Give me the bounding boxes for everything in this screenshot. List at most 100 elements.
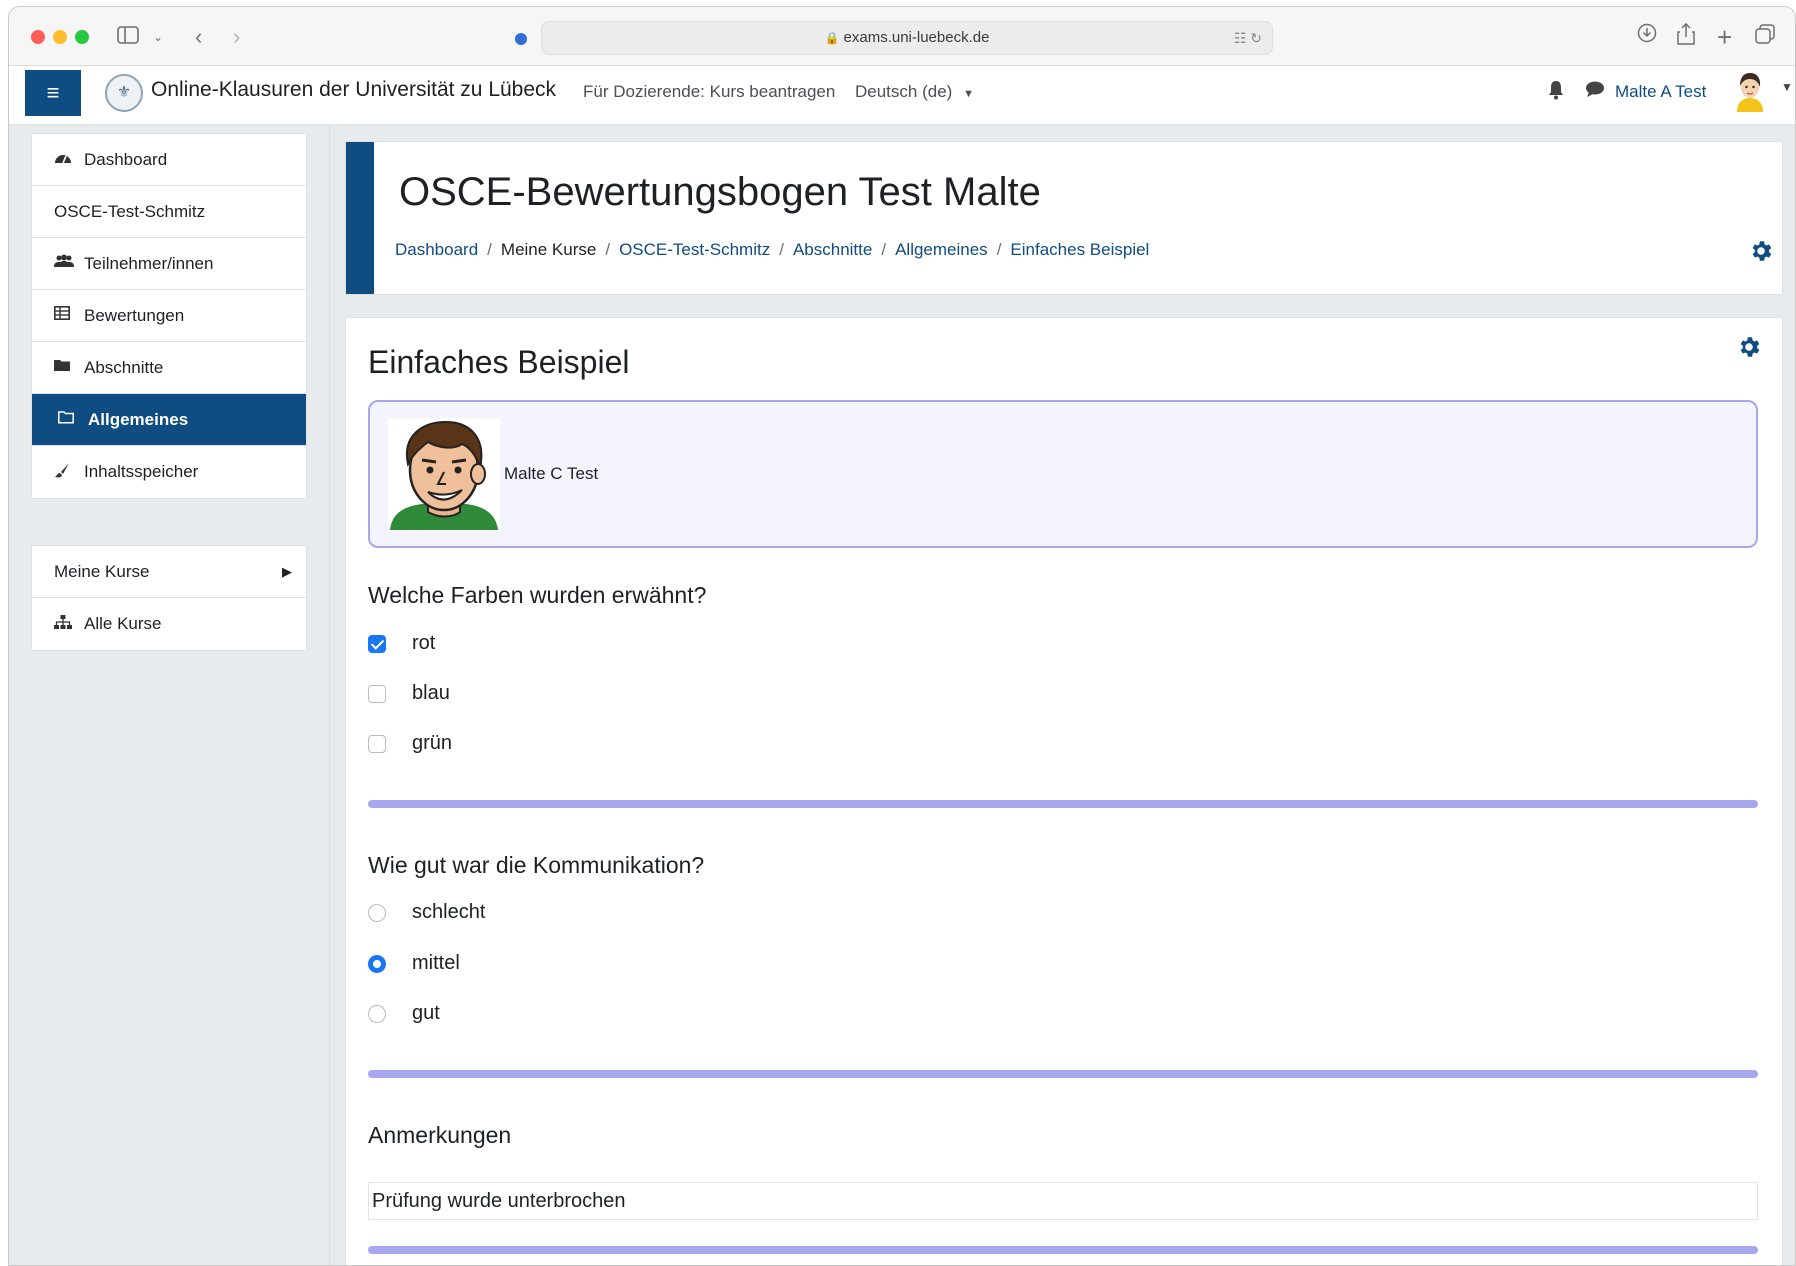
table-icon [54, 306, 84, 325]
drawer-toggle-button[interactable]: ≡ [25, 70, 81, 116]
option-blau[interactable]: blau [368, 682, 450, 705]
nav-item-general[interactable]: Allgemeines [32, 394, 306, 446]
option-label: rot [412, 632, 436, 654]
course-nav-group: Dashboard OSCE-Test-Schmitz Teilnehmer/i… [31, 133, 307, 499]
option-label: schlecht [412, 901, 486, 923]
nav-item-label: Dashboard [84, 149, 168, 169]
close-window-button[interactable] [31, 30, 45, 44]
header-accent-bar [346, 142, 374, 294]
breadcrumb-current[interactable]: Einfaches Beispiel [1010, 240, 1149, 260]
site-nav-group: Meine Kurse ▶ Alle Kurse [31, 545, 307, 651]
checkbox[interactable] [368, 684, 386, 703]
nav-item-label: OSCE-Test-Schmitz [54, 201, 206, 221]
checkbox-checked[interactable] [368, 634, 386, 653]
breadcrumb-dashboard[interactable]: Dashboard [395, 240, 478, 260]
nav-item-label: Bewertungen [84, 305, 185, 325]
lock-icon: 🔒 [824, 31, 840, 45]
candidate-avatar [388, 418, 500, 530]
nav-item-my-courses[interactable]: Meine Kurse ▶ [32, 546, 306, 598]
brush-icon [54, 462, 84, 483]
option-label: gut [412, 1002, 440, 1024]
forward-icon[interactable]: › [233, 23, 240, 51]
option-rot[interactable]: rot [368, 632, 435, 655]
request-course-link[interactable]: Für Dozierende: Kurs beantragen [583, 82, 835, 102]
option-label: blau [412, 682, 450, 704]
breadcrumb-separator: / [881, 240, 887, 259]
candidate-card: Malte C Test [368, 400, 1758, 548]
option-label: grün [412, 732, 453, 754]
tab-overview-icon[interactable] [1755, 23, 1775, 51]
download-icon[interactable] [1637, 23, 1657, 51]
gear-icon[interactable] [1736, 334, 1762, 367]
minimize-window-button[interactable] [53, 30, 67, 44]
breadcrumb-separator: / [487, 240, 492, 259]
sidebar-toggle-icon[interactable] [117, 23, 139, 51]
notes-input[interactable] [368, 1182, 1758, 1220]
nav-item-label: Teilnehmer/innen [84, 253, 214, 273]
page-title: OSCE-Bewertungsbogen Test Malte [399, 170, 1041, 214]
section-divider [368, 800, 1758, 808]
nav-item-label: Meine Kurse [54, 561, 150, 581]
caret-right-icon: ▶ [282, 563, 292, 579]
nav-item-sections[interactable]: Abschnitte [32, 342, 306, 394]
breadcrumb-my-courses: Meine Kurse [500, 240, 597, 259]
nav-item-all-courses[interactable]: Alle Kurse [32, 598, 306, 650]
candidate-name: Malte C Test [504, 464, 599, 483]
share-icon[interactable] [1677, 22, 1695, 52]
user-menu-caret-icon[interactable]: ▼ [1781, 80, 1793, 94]
breadcrumb-separator: / [779, 240, 784, 259]
option-schlecht[interactable]: schlecht [368, 901, 485, 924]
folder-open-icon [54, 410, 88, 429]
option-gut[interactable]: gut [368, 1002, 440, 1025]
user-menu-name[interactable]: Malte A Test [1615, 82, 1706, 102]
radio-button-selected[interactable] [368, 954, 386, 973]
nav-item-dashboard[interactable]: Dashboard [32, 134, 306, 186]
gear-icon[interactable] [1748, 238, 1774, 271]
page-header: OSCE-Bewertungsbogen Test Malte Dashboar… [345, 141, 1783, 295]
page-area: Dashboard OSCE-Test-Schmitz Teilnehmer/i… [9, 125, 1795, 1265]
section-divider [368, 1070, 1758, 1078]
users-icon [54, 254, 84, 273]
activity-title: Einfaches Beispiel [368, 344, 630, 380]
breadcrumb-course[interactable]: OSCE-Test-Schmitz [619, 240, 770, 260]
zoom-window-button[interactable] [75, 30, 89, 44]
site-navbar: ≡ ⚜ Online-Klausuren der Universität zu … [9, 66, 1795, 125]
option-gruen[interactable]: grün [368, 732, 452, 755]
option-mittel[interactable]: mittel [368, 952, 460, 975]
language-menu[interactable]: Deutsch (de) ▼ [855, 82, 974, 102]
caret-down-icon: ▼ [963, 88, 974, 100]
radio-button[interactable] [368, 1004, 386, 1023]
section-divider [368, 1246, 1758, 1254]
browser-window: ⌄ ‹ › 🔒 exams.uni-luebeck.de ☷ ↻ + ≡ ⚜ On… [8, 6, 1796, 1266]
breadcrumb-sections[interactable]: Abschnitte [793, 240, 872, 260]
university-seal-logo[interactable]: ⚜ [105, 74, 143, 112]
sitemap-icon [54, 614, 84, 634]
dashboard-icon [54, 150, 84, 169]
nav-item-course[interactable]: OSCE-Test-Schmitz [32, 186, 306, 238]
question-communication: Wie gut war die Kommunikation? [368, 852, 705, 878]
checkbox[interactable] [368, 734, 386, 753]
address-bar[interactable]: 🔒 exams.uni-luebeck.de ☷ ↻ [541, 21, 1273, 55]
extension-icon[interactable] [515, 33, 527, 45]
user-avatar[interactable] [1733, 72, 1767, 112]
breadcrumb-general[interactable]: Allgemeines [895, 240, 988, 260]
back-icon[interactable]: ‹ [195, 23, 202, 51]
nav-item-grades[interactable]: Bewertungen [32, 290, 306, 342]
notifications-bell-icon[interactable] [1547, 80, 1565, 106]
new-tab-icon[interactable]: + [1717, 23, 1732, 51]
browser-toolbar: ⌄ ‹ › 🔒 exams.uni-luebeck.de ☷ ↻ + [9, 7, 1795, 66]
activity-content: Einfaches Beispiel Malte C Test Welche F… [345, 317, 1783, 1265]
chevron-down-icon[interactable]: ⌄ [153, 23, 163, 51]
nav-drawer: Dashboard OSCE-Test-Schmitz Teilnehmer/i… [9, 125, 330, 1265]
nav-item-participants[interactable]: Teilnehmer/innen [32, 238, 306, 290]
site-name[interactable]: Online-Klausuren der Universität zu Lübe… [151, 78, 556, 102]
messages-icon[interactable] [1585, 80, 1605, 104]
nav-item-content-bank[interactable]: Inhaltsspeicher [32, 446, 306, 498]
radio-button[interactable] [368, 903, 386, 922]
translate-reload-icons[interactable]: ☷ ↻ [1234, 22, 1262, 54]
breadcrumb-separator: / [605, 240, 611, 259]
breadcrumb: Dashboard / Meine Kurse / OSCE-Test-Schm… [395, 240, 1149, 260]
language-label: Deutsch (de) [855, 82, 953, 101]
url-text: exams.uni-luebeck.de [843, 29, 990, 46]
nav-item-label: Allgemeines [88, 409, 189, 429]
